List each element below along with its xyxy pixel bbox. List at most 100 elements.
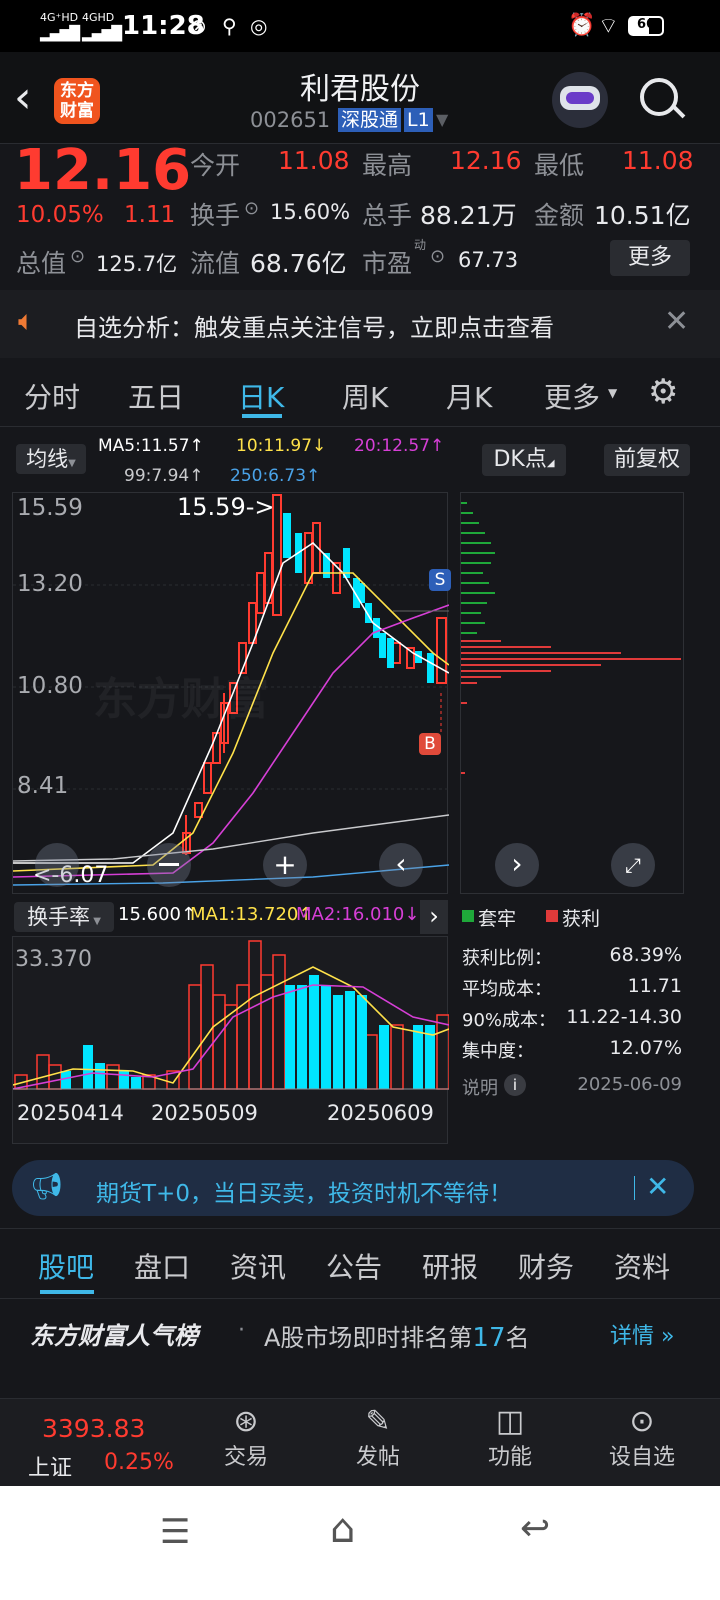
ma5-value: MA5:11.57↑ [98,436,204,456]
ma250-value: 250:6.73↑ [230,466,321,486]
nav-trade-label: 交易 [223,1445,268,1470]
minus-icon[interactable] [147,843,191,887]
kline-chart[interactable]: 15.59 13.20 10.80 8.41 东方财富 15.59-> <-6.… [12,492,451,894]
index-value[interactable]: 3393.83 [42,1414,145,1443]
system-nav-bar [0,1486,720,1600]
zoom-out-icon[interactable] [35,843,79,887]
speaker-icon: 🔈︎ [18,304,35,337]
low-label: 最低 [534,151,585,180]
tab-news[interactable]: 资讯 [230,1246,286,1286]
app-icon: ◎ [250,14,268,38]
ad-text[interactable]: 期货T+0，当日买卖，投资时机不等待！ [96,1174,512,1208]
profit-ratio-label: 获利比例： [462,948,552,969]
sell-marker[interactable]: S [429,569,451,591]
tab-profile[interactable]: 资料 [614,1246,670,1286]
expand-icon[interactable]: ⤢ [611,843,655,887]
index-change[interactable]: 0.25% [104,1450,174,1475]
popularity-rank: 17 [472,1323,506,1353]
tab-weekly-k[interactable]: 周K [342,376,388,416]
tab-more[interactable]: 更多 [544,376,600,416]
watermark: 东方财富 [93,674,269,725]
signal-label-2: 4GHD [82,11,115,24]
popularity-text[interactable]: A股市场即时排名第17名 [264,1318,530,1353]
open-value: 11.08 [278,146,350,175]
indicator-next-icon[interactable]: › [420,900,448,934]
info-icon[interactable]: ⊙ [244,198,259,219]
tab-forum[interactable]: 股吧 [38,1246,94,1286]
home-icon[interactable]: ⌂ [330,1506,355,1552]
info-icon-4[interactable]: i [504,1074,526,1096]
nav-add-watchlist[interactable]: ⊙ 设自选 [582,1404,702,1471]
note-label[interactable]: 说明 [462,1074,498,1100]
tab-orderbook[interactable]: 盘口 [134,1246,190,1286]
tabs-divider [0,426,720,427]
index-name[interactable]: 上证 [28,1450,72,1482]
ma-toggle-label: 均线 [26,447,69,471]
settings-gear-icon[interactable]: ⚙ [648,372,678,412]
megaphone-icon: 📢︎ [30,1172,64,1202]
signal-icon: ▂▄▆█ [40,26,80,42]
wifi-icon: ⌔ [598,14,619,39]
tab-monthly-k[interactable]: 月K [446,376,492,416]
adjust-button[interactable]: 前复权 [604,444,690,476]
turnover-current: 15.600↑ [118,904,197,925]
app-notify-icon: ⊘ [190,14,207,38]
dk-points-button[interactable]: DK点◢ [482,444,566,476]
notice-text[interactable]: 自选分析：触发重点关注信号，立即点击查看 [74,308,554,343]
back-icon[interactable]: ‹ [14,76,32,120]
volume-label: 总手 [362,201,413,230]
nav-post[interactable]: ✎ 发帖 [318,1404,438,1471]
back-nav-icon[interactable]: ↩ [520,1508,550,1549]
grid-icon: ◫ [495,1404,525,1439]
popularity-detail-link[interactable]: 详情 » [610,1318,674,1350]
scroll-right-icon[interactable]: › [495,843,539,887]
page-title: 利君股份 [300,72,420,107]
signal-icon-2: ▂▄▆█ [82,26,122,42]
nav-functions[interactable]: ◫ 功能 [450,1404,570,1471]
popularity-brand: 东方财富人气榜 [30,1322,198,1350]
ad-divider [634,1176,635,1200]
tab-intraday[interactable]: 分时 [24,376,80,416]
buy-marker[interactable]: B [419,733,441,755]
ad-close-icon[interactable]: ✕ [646,1170,669,1203]
location-icon: ⚲ [222,14,237,38]
more-dots-icon: ⊙ [629,1404,655,1439]
nav-post-label: 发帖 [355,1445,400,1470]
search-icon[interactable] [640,78,678,116]
turnover-indicator-button[interactable]: 换手率 ▼ [14,902,114,932]
dot-separator: · [238,1318,245,1343]
robot-assistant-icon[interactable] [552,72,608,128]
float-cap-label: 流值 [190,249,241,278]
scroll-left-icon[interactable]: ‹ [379,843,423,887]
menu-icon[interactable]: ☰ [160,1512,190,1552]
nav-trade[interactable]: ⊛ 交易 [186,1404,306,1471]
info-icon-2[interactable]: ⊙ [70,246,85,267]
dropdown-icon[interactable]: ▼ [436,110,448,129]
section-tab-indicator [40,1290,94,1294]
close-icon[interactable]: ✕ [664,304,689,339]
chip-distribution-chart[interactable]: › ⤢ [460,492,684,894]
plus-icon[interactable]: + [263,843,307,887]
tab-five-day[interactable]: 五日 [128,376,184,416]
turnover-max-label: 33.370 [15,947,92,972]
eastmoney-logo: 东方财富 [54,78,100,124]
chip-svg [461,502,681,774]
ma-toggle-button[interactable]: 均线▼ [16,444,86,474]
tab-announcements[interactable]: 公告 [326,1246,382,1286]
edit-icon: ✎ [365,1404,391,1439]
tab-daily-k[interactable]: 日K [238,376,284,416]
float-cap-value: 68.76亿 [250,249,347,278]
tab-finance[interactable]: 财务 [518,1246,574,1286]
info-icon-3[interactable]: ⊙ [430,246,445,267]
volume-value: 88.21万 [420,201,517,230]
popularity-prefix: A股市场即时排名第 [264,1324,473,1352]
cost-90-value: 11.22-14.30 [566,1006,682,1028]
popularity-suffix: 名 [505,1324,530,1352]
turnover-label: 换手 [190,201,241,230]
logo-text: 东方财富 [60,81,94,121]
turnover-ma2: MA2:16.010↓ [296,904,420,925]
more-button[interactable]: 更多 [610,240,690,276]
tab-research[interactable]: 研报 [422,1246,478,1286]
popularity-detail-label: 详情 [610,1324,655,1349]
pe-superscript: 动 [414,238,427,252]
